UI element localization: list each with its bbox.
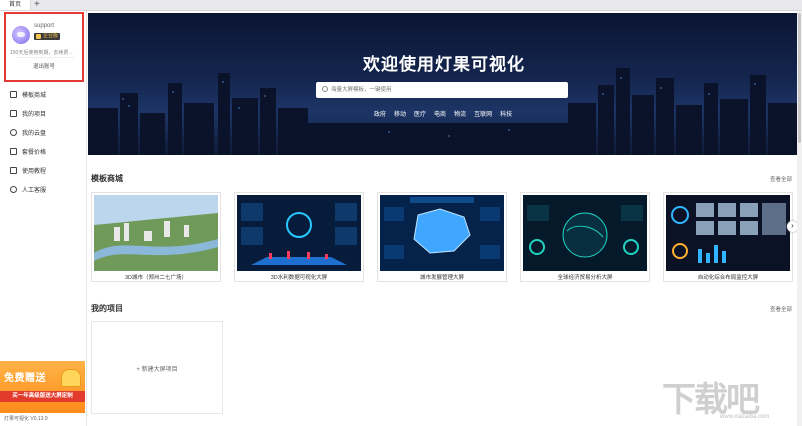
- template-card-label: 自动化综合布局监控大屏: [697, 275, 759, 281]
- promo-subtitle: 买一年高级版送大屏定制: [0, 391, 85, 402]
- template-card[interactable]: 自动化综合布局监控大屏: [663, 192, 793, 282]
- template-card-label: 城市发展管理大屏: [419, 275, 464, 281]
- person-icon: [10, 186, 17, 193]
- template-card[interactable]: 全球经济贸易分析大屏: [520, 192, 650, 282]
- cloud-icon: [10, 129, 17, 136]
- gift-icon: [61, 369, 81, 387]
- vip-badge: 企业版: [34, 33, 60, 40]
- tag-icon: [10, 148, 17, 155]
- logout-button[interactable]: 退出账号: [6, 62, 82, 70]
- projects-section-title: 我的项目: [91, 304, 123, 313]
- version-label: 灯果可视化 V0.13.9: [4, 416, 48, 422]
- avatar[interactable]: [12, 26, 30, 44]
- hot-tag[interactable]: 科技: [500, 109, 512, 118]
- project-icon: [10, 110, 17, 117]
- sidebar: support 企业版 150天后使用到期，去续费→ 退出账号 模板商城 我的项…: [0, 11, 87, 426]
- sidebar-nav: 模板商城 我的项目 我的云盘 套餐价格 使用教程 人工客服: [0, 85, 86, 199]
- hot-tag[interactable]: 电商: [434, 109, 446, 118]
- sidebar-item-my-cloud[interactable]: 我的云盘: [0, 123, 86, 142]
- new-project-label: + 新建大屏项目: [136, 367, 178, 373]
- hot-tag[interactable]: 医疗: [414, 109, 426, 118]
- tab-home[interactable]: 首页: [0, 0, 31, 10]
- tutorial-icon: [10, 167, 17, 174]
- watermark-url: www.xiazaiba.com: [720, 414, 770, 420]
- hot-tags: 政府 移动 医疗 电商 物流 互联网 科技: [374, 109, 512, 118]
- sidebar-item-label: 模板商城: [22, 93, 47, 99]
- sidebar-item-tutorial[interactable]: 使用教程: [0, 161, 86, 180]
- hot-tag[interactable]: 移动: [394, 109, 406, 118]
- promo-title: 免费赠送: [4, 373, 46, 384]
- template-thumbnail: [666, 195, 790, 271]
- template-thumbnail: [523, 195, 647, 271]
- scrollbar[interactable]: [797, 11, 802, 426]
- template-card[interactable]: 3D城市（郑州二七广场）: [91, 192, 221, 282]
- search-icon: [322, 86, 328, 92]
- promo-banner[interactable]: 免费赠送 买一年高级版送大屏定制: [0, 361, 85, 413]
- hot-tag[interactable]: 政府: [374, 109, 386, 118]
- template-card-label: 3D水利数据可视化大屏: [270, 275, 328, 281]
- search-box[interactable]: [316, 82, 568, 98]
- sidebar-item-label: 我的云盘: [22, 131, 47, 137]
- template-card[interactable]: 城市发展管理大屏: [377, 192, 507, 282]
- sidebar-item-label: 我的项目: [22, 112, 47, 118]
- add-tab-button[interactable]: +: [34, 0, 40, 10]
- username: support: [34, 23, 55, 29]
- tab-bar: 首页 +: [0, 0, 802, 11]
- hero-title: 欢迎使用灯果可视化: [363, 55, 525, 74]
- sidebar-item-label: 套餐价格: [22, 150, 47, 156]
- template-card[interactable]: 3D水利数据可视化大屏: [234, 192, 364, 282]
- sidebar-item-pricing[interactable]: 套餐价格: [0, 142, 86, 161]
- search-input[interactable]: [331, 85, 561, 95]
- template-icon: [10, 91, 17, 98]
- scrollbar-thumb[interactable]: [798, 13, 801, 143]
- template-card-label: 3D城市（郑州二七广场）: [124, 275, 188, 281]
- user-card: support 企业版 150天后使用到期，去续费→ 退出账号: [4, 12, 84, 82]
- template-section-title: 模板商城: [91, 174, 123, 183]
- template-see-all-link[interactable]: 查看全部: [770, 175, 792, 183]
- projects-see-all-link[interactable]: 查看全部: [770, 305, 792, 313]
- sidebar-item-label: 人工客服: [22, 188, 47, 194]
- divider: [16, 57, 74, 58]
- template-thumbnail: [237, 195, 361, 271]
- template-card-label: 全球经济贸易分析大屏: [557, 275, 613, 281]
- sidebar-item-support[interactable]: 人工客服: [0, 180, 86, 199]
- sidebar-item-my-projects[interactable]: 我的项目: [0, 104, 86, 123]
- sidebar-item-label: 使用教程: [22, 169, 47, 175]
- hot-tag[interactable]: 互联网: [474, 109, 492, 118]
- template-thumbnail: [94, 195, 218, 271]
- template-thumbnail: [380, 195, 504, 271]
- hot-tag[interactable]: 物流: [454, 109, 466, 118]
- hero-banner: 欢迎使用灯果可视化 政府 移动 医疗 电商 物流 互联网 科技: [88, 13, 800, 155]
- sidebar-item-template-store[interactable]: 模板商城: [0, 85, 86, 104]
- new-project-card[interactable]: + 新建大屏项目: [91, 321, 223, 414]
- expiry-note[interactable]: 150天后使用到期，去续费→: [10, 49, 73, 56]
